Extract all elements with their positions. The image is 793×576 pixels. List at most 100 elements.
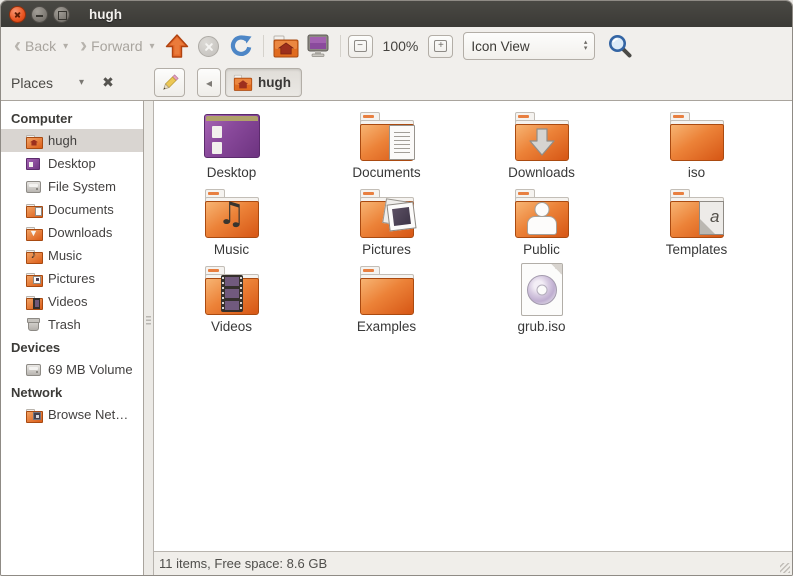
reload-icon <box>229 34 253 58</box>
breadcrumb-scroll-left-button[interactable]: ◂ <box>197 68 221 97</box>
network-folder-icon <box>25 407 42 423</box>
desktop-icon <box>25 156 42 172</box>
drive-icon <box>25 362 42 378</box>
sidebar-item-trash[interactable]: Trash <box>1 313 143 336</box>
file-item-videos[interactable]: Videos <box>154 261 309 338</box>
window-title: hugh <box>89 7 122 22</box>
places-sidebar: Computer hugh Desktop File System Docume… <box>1 101 144 575</box>
drive-icon <box>25 179 42 195</box>
splitter-grip-icon <box>146 316 151 325</box>
zoom-in-icon: + <box>434 40 447 52</box>
sidebar-item-pictures[interactable]: Pictures <box>1 267 143 290</box>
sidebar-item-desktop[interactable]: Desktop <box>1 152 143 175</box>
zoom-out-button[interactable]: − <box>348 35 373 58</box>
file-item-desktop[interactable]: Desktop <box>154 107 309 184</box>
stop-button[interactable] <box>194 31 224 61</box>
up-button[interactable] <box>162 31 192 61</box>
music-folder-icon: ♪ <box>25 248 42 264</box>
videos-folder-icon <box>25 294 42 310</box>
window-maximize-button[interactable] <box>53 6 70 23</box>
main-toolbar: ‹ Back ▾ › Forward ▾ <box>1 27 792 65</box>
file-item-iso[interactable]: iso <box>619 107 774 184</box>
home-folder-icon <box>232 73 254 92</box>
zoom-in-button[interactable]: + <box>428 35 453 58</box>
statusbar: 11 items, Free space: 8.6 GB <box>154 551 792 575</box>
home-button[interactable] <box>271 31 301 61</box>
resize-grip[interactable] <box>780 563 790 573</box>
location-bar: Places ▾ ✖ ◂ <box>1 65 792 101</box>
documents-folder-icon <box>25 202 42 218</box>
left-arrow-icon: ◂ <box>206 76 212 90</box>
public-folder-icon <box>510 186 574 240</box>
sidebar-item-hugh[interactable]: hugh <box>1 129 143 152</box>
file-item-examples[interactable]: Examples <box>309 261 464 338</box>
file-item-music[interactable]: ♫ Music <box>154 184 309 261</box>
back-label: Back <box>25 38 56 54</box>
music-folder-icon: ♫ <box>200 186 264 240</box>
status-text: 11 items, Free space: 8.6 GB <box>159 556 327 571</box>
view-mode-value: Icon View <box>471 39 583 54</box>
pictures-folder-icon <box>25 271 42 287</box>
home-folder-icon <box>25 133 42 149</box>
sidebar-section-network: Network <box>1 381 143 403</box>
sidebar-close-button[interactable]: ✖ <box>102 74 114 91</box>
file-item-templates[interactable]: a Templates <box>619 184 774 261</box>
file-item-pictures[interactable]: Pictures <box>309 184 464 261</box>
downloads-folder-icon: ▼ <box>25 225 42 241</box>
breadcrumb-bar: ◂ hugh <box>144 68 792 97</box>
pencil-icon <box>160 73 180 93</box>
file-item-grub-iso[interactable]: grub.iso <box>464 261 619 338</box>
toolbar-separator <box>263 35 264 57</box>
sidebar-item-file-system[interactable]: File System <box>1 175 143 198</box>
places-selector[interactable]: Places ▾ ✖ <box>1 74 144 91</box>
view-mode-select[interactable]: Icon View ▴ ▾ <box>463 32 595 60</box>
toolbar-separator <box>340 35 341 57</box>
forward-chevron-icon: › <box>80 33 87 59</box>
back-button[interactable]: ‹ Back ▾ <box>9 31 73 61</box>
sidebar-item-browse-network[interactable]: Browse Net… <box>1 403 143 426</box>
iso-file-icon <box>521 263 563 316</box>
back-history-arrow-icon[interactable]: ▾ <box>63 41 68 52</box>
templates-folder-icon: a <box>665 186 729 240</box>
search-icon <box>607 33 633 59</box>
breadcrumb-current-button[interactable]: hugh <box>225 68 302 97</box>
places-label: Places <box>11 75 53 91</box>
pane-splitter[interactable] <box>144 101 154 575</box>
file-manager-window: hugh ‹ Back ▾ › Forward ▾ <box>0 0 793 576</box>
file-item-downloads[interactable]: Downloads <box>464 107 619 184</box>
forward-history-arrow-icon[interactable]: ▾ <box>150 41 155 52</box>
sidebar-section-computer: Computer <box>1 107 143 129</box>
documents-folder-icon <box>355 109 419 163</box>
sidebar-item-music[interactable]: ♪ Music <box>1 244 143 267</box>
window-minimize-button[interactable] <box>31 6 48 23</box>
main-pane: Desktop Documents <box>154 101 792 575</box>
computer-button[interactable] <box>303 31 333 61</box>
reload-button[interactable] <box>226 31 256 61</box>
up-arrow-icon <box>164 33 190 59</box>
forward-label: Forward <box>91 38 142 54</box>
sidebar-item-videos[interactable]: Videos <box>1 290 143 313</box>
forward-button[interactable]: › Forward ▾ <box>75 31 159 61</box>
desktop-icon <box>204 114 260 158</box>
sidebar-item-documents[interactable]: Documents <box>1 198 143 221</box>
computer-icon <box>304 33 332 59</box>
trash-icon <box>25 317 42 333</box>
breadcrumb-current-label: hugh <box>258 75 291 90</box>
sidebar-item-69mb-volume[interactable]: 69 MB Volume <box>1 358 143 381</box>
icon-view[interactable]: Desktop Documents <box>154 101 792 551</box>
sidebar-item-downloads[interactable]: ▼ Downloads <box>1 221 143 244</box>
file-item-public[interactable]: Public <box>464 184 619 261</box>
zoom-out-icon: − <box>354 40 367 52</box>
videos-folder-icon <box>200 263 264 317</box>
file-item-documents[interactable]: Documents <box>309 107 464 184</box>
titlebar[interactable]: hugh <box>1 1 792 27</box>
downloads-folder-icon <box>510 109 574 163</box>
places-dropdown-icon[interactable]: ▾ <box>79 77 84 88</box>
zoom-level: 100% <box>383 38 419 54</box>
folder-icon <box>355 263 419 317</box>
search-button[interactable] <box>605 31 635 61</box>
edit-location-button[interactable] <box>154 68 185 97</box>
stop-icon <box>198 36 219 57</box>
window-close-button[interactable] <box>9 6 26 23</box>
sidebar-section-devices: Devices <box>1 336 143 358</box>
